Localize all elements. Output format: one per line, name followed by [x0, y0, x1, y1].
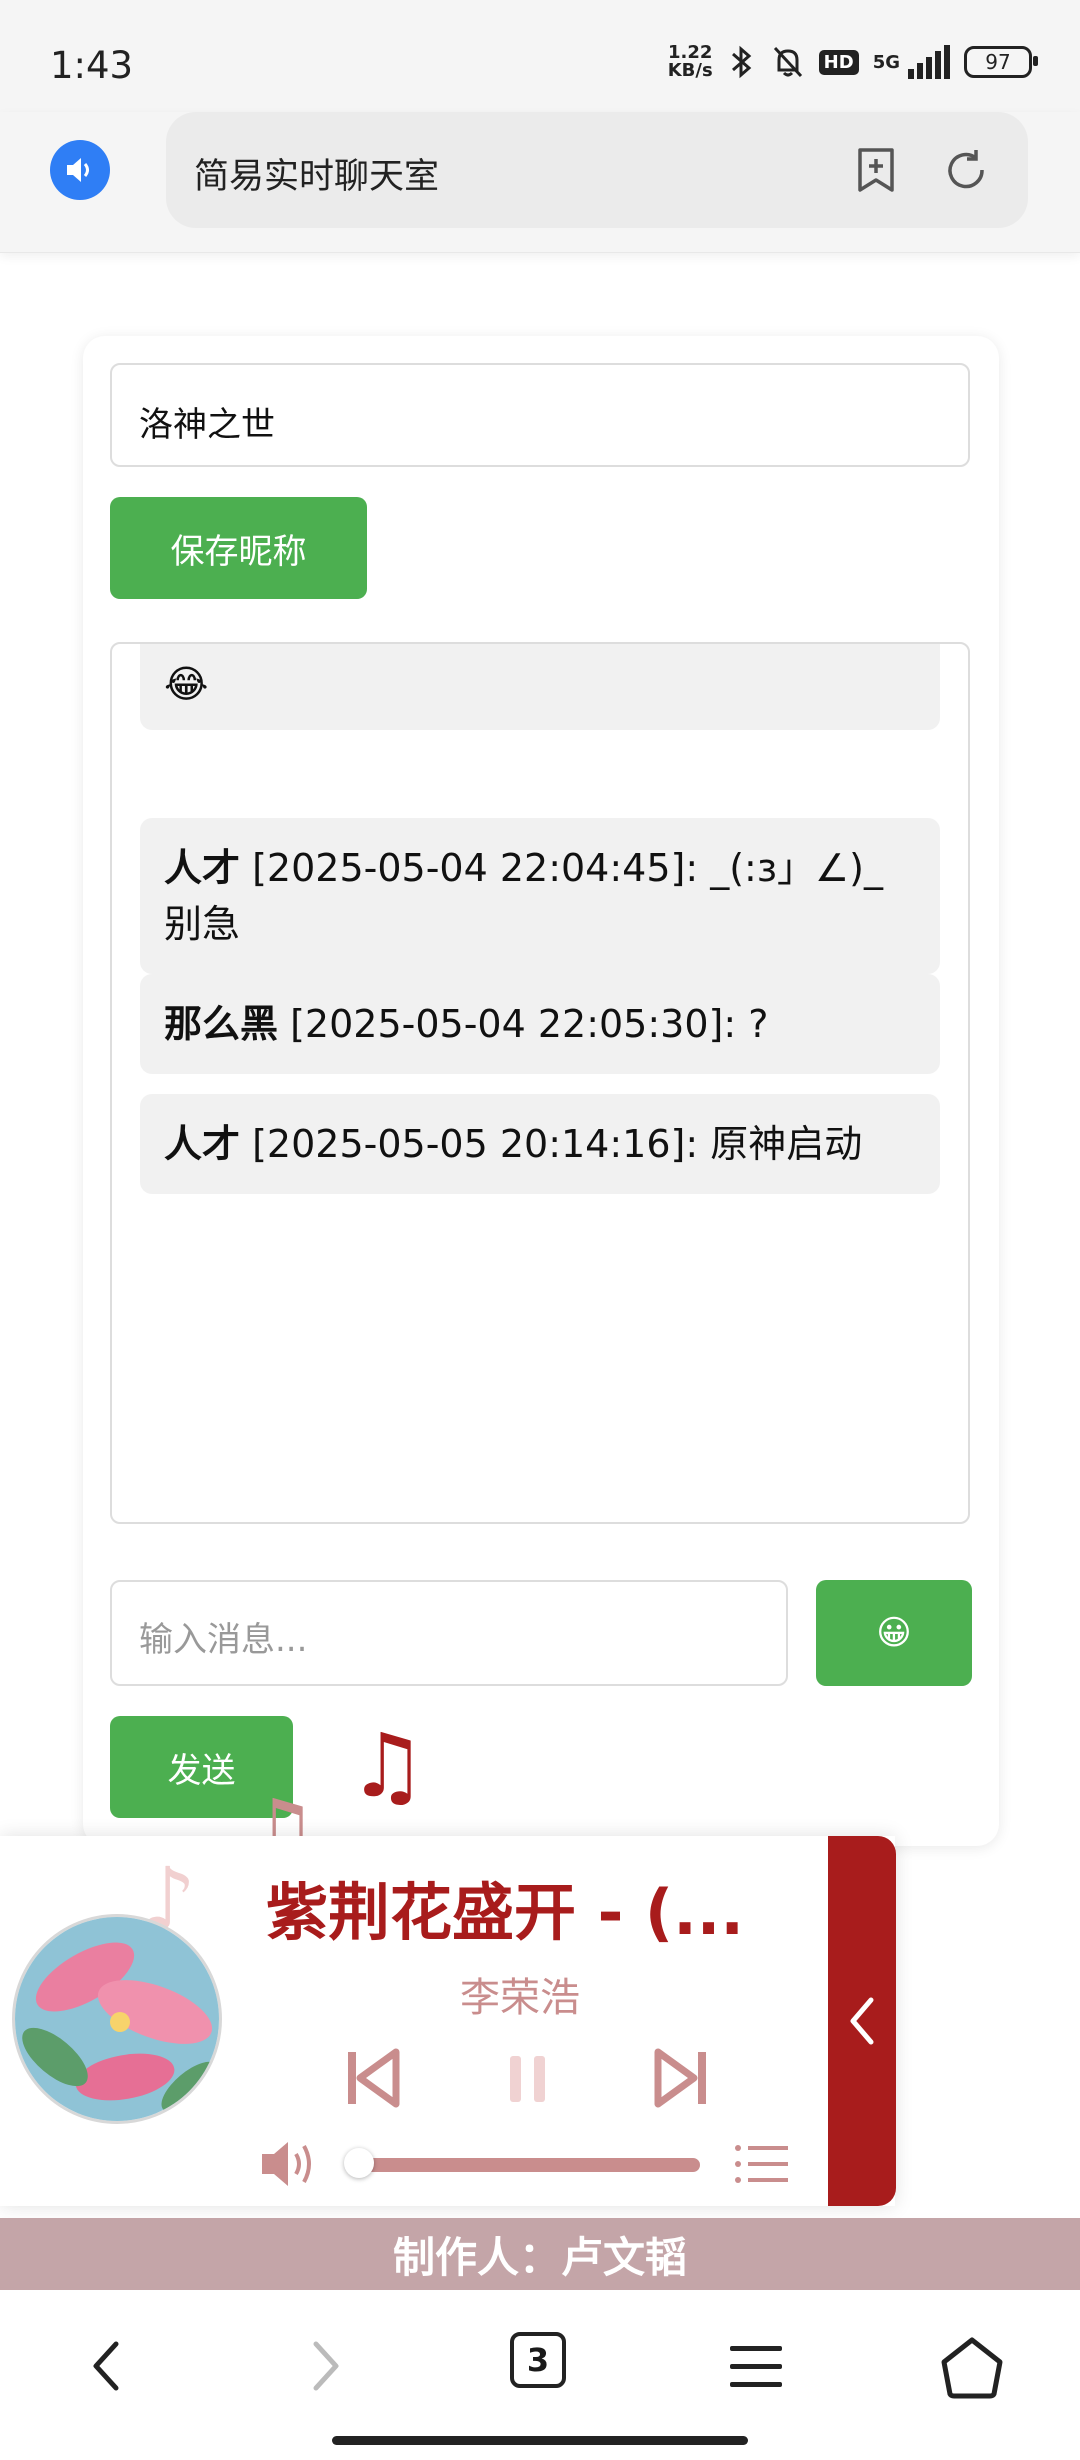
speaker-icon[interactable]	[50, 140, 110, 200]
message-input[interactable]: 输入消息...	[110, 1580, 788, 1686]
battery-icon: 97	[964, 46, 1038, 78]
save-nickname-button[interactable]: 保存昵称	[110, 497, 367, 599]
chat-message: 那么黑 [2025-05-04 22:05:30]: ?	[140, 974, 940, 1074]
chat-card: 洛神之世 保存昵称 😂 人才 [2025-05-04 22:04:45]: _(…	[83, 336, 999, 1846]
status-icons: 1.22 KB/s HD 5G 97	[667, 42, 1038, 81]
menu-icon[interactable]	[728, 2336, 784, 2396]
gesture-bar	[332, 2436, 748, 2445]
chat-message: 😂	[140, 644, 940, 730]
emoji-button[interactable]: 😀	[816, 1580, 972, 1686]
pause-icon[interactable]	[508, 2054, 548, 2104]
tabs-button[interactable]: 3	[510, 2332, 566, 2388]
chevron-left-icon	[850, 1997, 874, 2045]
message-timestamp: [2025-05-05 20:14:16]	[252, 1122, 686, 1166]
browser-toolbar: 简易实时聊天室	[0, 112, 1080, 253]
back-icon[interactable]	[86, 2336, 126, 2396]
message-username: 那么黑	[164, 1002, 279, 1046]
hd-badge: HD	[818, 49, 859, 75]
artist-name: 李荣浩	[460, 1975, 580, 2021]
reload-icon[interactable]	[942, 146, 990, 194]
message-text: : ?	[723, 1002, 769, 1046]
network-speed: 1.22 KB/s	[667, 42, 713, 81]
collapse-player-button[interactable]	[828, 1836, 896, 2206]
status-bar: 1:43 1.22 KB/s HD 5G 97	[0, 0, 1080, 112]
album-cover	[12, 1914, 222, 2124]
home-icon[interactable]	[940, 2336, 1004, 2400]
volume-icon[interactable]	[258, 2136, 324, 2192]
forward-icon[interactable]	[306, 2336, 346, 2396]
browser-bottom-nav: 3	[0, 2290, 1080, 2460]
clock: 1:43	[50, 44, 134, 87]
message-username: 人才	[164, 846, 241, 890]
add-bookmark-icon[interactable]	[854, 146, 898, 194]
network-type: 5G	[872, 51, 900, 73]
credit-banner: 制作人：卢文韬	[0, 2218, 1080, 2290]
chat-message: 人才 [2025-05-04 22:04:45]: _(:з」∠)_别急	[140, 818, 940, 974]
bluetooth-icon	[731, 45, 751, 79]
nickname-input[interactable]: 洛神之世	[110, 363, 970, 467]
message-text: : 原神启动	[685, 1122, 863, 1166]
playlist-icon[interactable]	[734, 2144, 790, 2184]
message-list[interactable]: 😂 人才 [2025-05-04 22:04:45]: _(:з」∠)_别急 那…	[110, 642, 970, 1524]
progress-handle[interactable]	[344, 2148, 374, 2178]
previous-track-icon[interactable]	[346, 2048, 400, 2108]
song-title: 紫荆花盛开 - (...	[266, 1876, 744, 1949]
address-bar[interactable]: 简易实时聊天室	[166, 112, 1028, 228]
progress-bar[interactable]	[354, 2158, 700, 2172]
message-timestamp: [2025-05-04 22:05:30]	[290, 1002, 724, 1046]
message-timestamp: [2025-05-04 22:04:45]	[252, 846, 686, 890]
page-title: 简易实时聊天室	[194, 157, 440, 197]
message-username: 人才	[164, 1122, 241, 1166]
bell-muted-icon	[773, 46, 802, 78]
chat-message: 人才 [2025-05-05 20:14:16]: 原神启动	[140, 1094, 940, 1194]
next-track-icon[interactable]	[654, 2048, 708, 2108]
music-note-icon: ♫	[348, 1714, 427, 1817]
signal-icon	[908, 45, 950, 79]
